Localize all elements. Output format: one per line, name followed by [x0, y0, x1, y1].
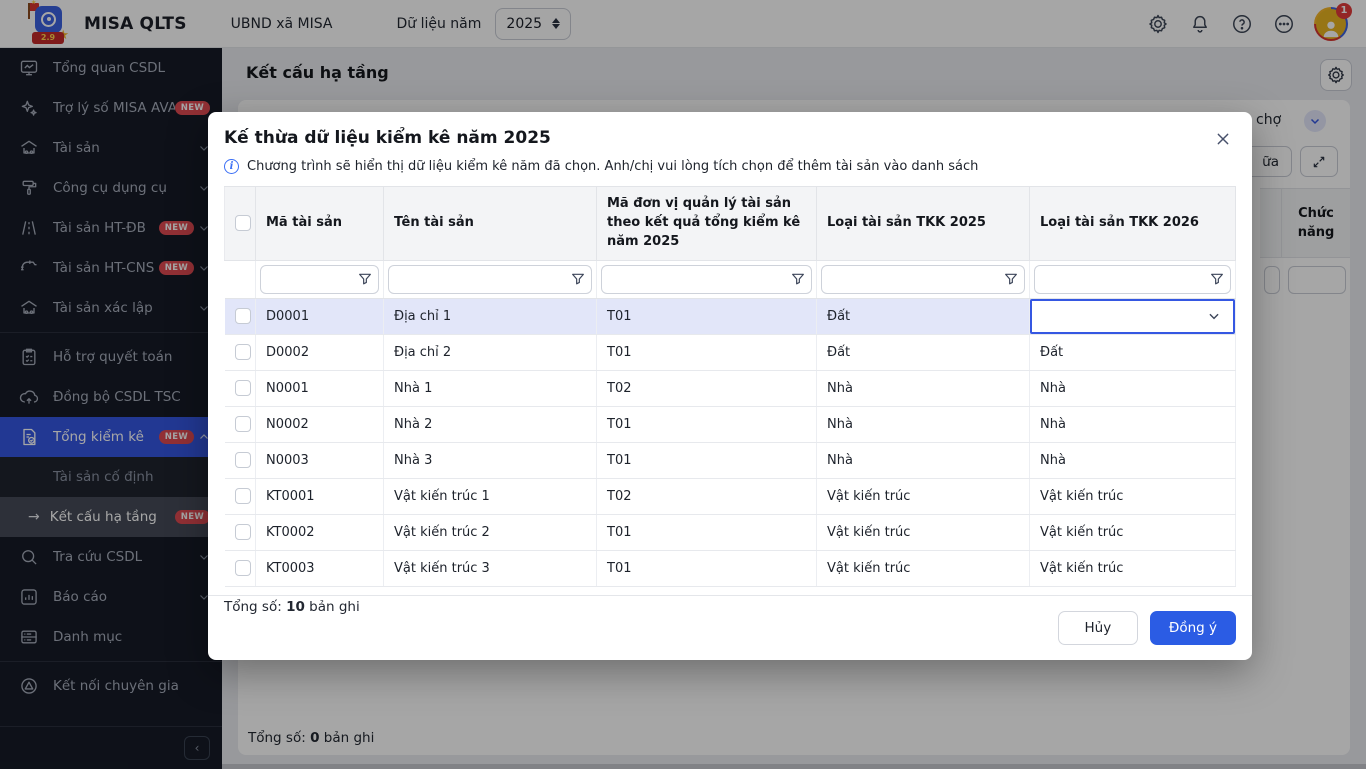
filter-funnel-icon[interactable]	[565, 266, 591, 293]
table-row[interactable]: KT0003 Vật kiến trúc 3 T01 Vật kiến trúc…	[225, 550, 1236, 586]
cell-loai2025: Đất	[817, 334, 1030, 370]
row-checkbox[interactable]	[235, 380, 251, 396]
cell-loai2025: Đất	[817, 298, 1030, 334]
cell-ten: Nhà 3	[384, 442, 597, 478]
row-checkbox[interactable]	[235, 416, 251, 432]
select-all-checkbox[interactable]	[235, 215, 251, 231]
cell-loai2026: Nhà	[1030, 442, 1236, 478]
inherit-inventory-data-modal: Kế thừa dữ liệu kiểm kê năm 2025 i Chươn…	[208, 112, 1252, 660]
cell-donvi: T02	[597, 478, 817, 514]
cell-loai2026: Vật kiến trúc	[1030, 478, 1236, 514]
cell-loai2026: Vật kiến trúc	[1030, 550, 1236, 586]
cell-ten: Nhà 2	[384, 406, 597, 442]
row-checkbox[interactable]	[235, 344, 251, 360]
row-checkbox[interactable]	[235, 452, 251, 468]
table-row[interactable]: KT0001 Vật kiến trúc 1 T02 Vật kiến trúc…	[225, 478, 1236, 514]
cancel-button[interactable]: Hủy	[1058, 611, 1138, 645]
column-header: Loại tài sản TKK 2025	[817, 187, 1030, 261]
filter-empty-cell	[225, 260, 256, 298]
column-header: Tên tài sản	[384, 187, 597, 261]
close-icon[interactable]	[1210, 126, 1236, 152]
column-header: Mã đơn vị quản lý tài sản theo kết quả t…	[597, 187, 817, 261]
modal-title: Kế thừa dữ liệu kiểm kê năm 2025	[224, 128, 1236, 148]
cell-loai2025: Nhà	[817, 406, 1030, 442]
cell-ten: Vật kiến trúc 1	[384, 478, 597, 514]
cell-donvi: T01	[597, 514, 817, 550]
cell-loai2025: Vật kiến trúc	[817, 550, 1030, 586]
table-header-row: Mã tài sản Tên tài sản Mã đơn vị quản lý…	[225, 187, 1236, 261]
cell-loai2025: Vật kiến trúc	[817, 514, 1030, 550]
column-header: Loại tài sản TKK 2026	[1030, 187, 1236, 261]
cell-ma: KT0002	[256, 514, 384, 550]
table-row[interactable]: N0001 Nhà 1 T02 Nhà Nhà	[225, 370, 1236, 406]
cell-ten: Địa chỉ 2	[384, 334, 597, 370]
row-checkbox[interactable]	[235, 308, 251, 324]
cell-loai2025: Nhà	[817, 442, 1030, 478]
cell-ma: KT0003	[256, 550, 384, 586]
type-2026-dropdown[interactable]	[1030, 299, 1235, 334]
select-all-cell	[225, 187, 256, 261]
cell-donvi: T01	[597, 334, 817, 370]
cell-ma: D0001	[256, 298, 384, 334]
cell-ma: N0001	[256, 370, 384, 406]
confirm-button[interactable]: Đồng ý	[1150, 611, 1236, 645]
cell-donvi: T01	[597, 406, 817, 442]
table-row[interactable]: N0003 Nhà 3 T01 Nhà Nhà	[225, 442, 1236, 478]
cell-loai2025: Vật kiến trúc	[817, 478, 1030, 514]
row-checkbox[interactable]	[235, 524, 251, 540]
column-header: Mã tài sản	[256, 187, 384, 261]
cell-loai2026: Vật kiến trúc	[1030, 514, 1236, 550]
cell-ma: N0002	[256, 406, 384, 442]
filter-input-ma-don-vi[interactable]	[601, 265, 812, 294]
cell-ma: D0002	[256, 334, 384, 370]
cell-loai2026: Nhà	[1030, 406, 1236, 442]
cell-donvi: T01	[597, 298, 817, 334]
filter-input-ma-tai-san[interactable]	[260, 265, 379, 294]
table-row[interactable]: KT0002 Vật kiến trúc 2 T01 Vật kiến trúc…	[225, 514, 1236, 550]
cell-ten: Nhà 1	[384, 370, 597, 406]
filter-funnel-icon[interactable]	[1204, 266, 1230, 293]
row-checkbox[interactable]	[235, 560, 251, 576]
inventory-table: Mã tài sản Tên tài sản Mã đơn vị quản lý…	[224, 186, 1236, 587]
cell-ma: N0003	[256, 442, 384, 478]
filter-input-loai-2026[interactable]	[1034, 265, 1231, 294]
cell-donvi: T01	[597, 550, 817, 586]
filter-funnel-icon[interactable]	[998, 266, 1024, 293]
modal-info-row: i Chương trình sẽ hiển thị dữ liệu kiểm …	[224, 159, 1236, 174]
cell-donvi: T02	[597, 370, 817, 406]
filter-funnel-icon[interactable]	[352, 266, 378, 293]
cell-ten: Vật kiến trúc 3	[384, 550, 597, 586]
cell-loai2026	[1030, 298, 1236, 334]
modal-footer: Hủy Đồng ý	[208, 595, 1252, 660]
chevron-down-icon	[1207, 309, 1221, 323]
cell-donvi: T01	[597, 442, 817, 478]
table-row[interactable]: D0001 Địa chỉ 1 T01 Đất	[225, 298, 1236, 334]
modal-info-text: Chương trình sẽ hiển thị dữ liệu kiểm kê…	[247, 159, 978, 174]
row-checkbox[interactable]	[235, 488, 251, 504]
cell-ten: Địa chỉ 1	[384, 298, 597, 334]
cell-loai2025: Nhà	[817, 370, 1030, 406]
filter-input-ten-tai-san[interactable]	[388, 265, 592, 294]
filter-row	[225, 260, 1236, 298]
cell-ma: KT0001	[256, 478, 384, 514]
filter-funnel-icon[interactable]	[785, 266, 811, 293]
cell-ten: Vật kiến trúc 2	[384, 514, 597, 550]
cell-loai2026: Nhà	[1030, 370, 1236, 406]
table-row[interactable]: D0002 Địa chỉ 2 T01 Đất Đất	[225, 334, 1236, 370]
cell-loai2026: Đất	[1030, 334, 1236, 370]
table-row[interactable]: N0002 Nhà 2 T01 Nhà Nhà	[225, 406, 1236, 442]
info-icon: i	[224, 159, 239, 174]
filter-input-loai-2025[interactable]	[821, 265, 1025, 294]
